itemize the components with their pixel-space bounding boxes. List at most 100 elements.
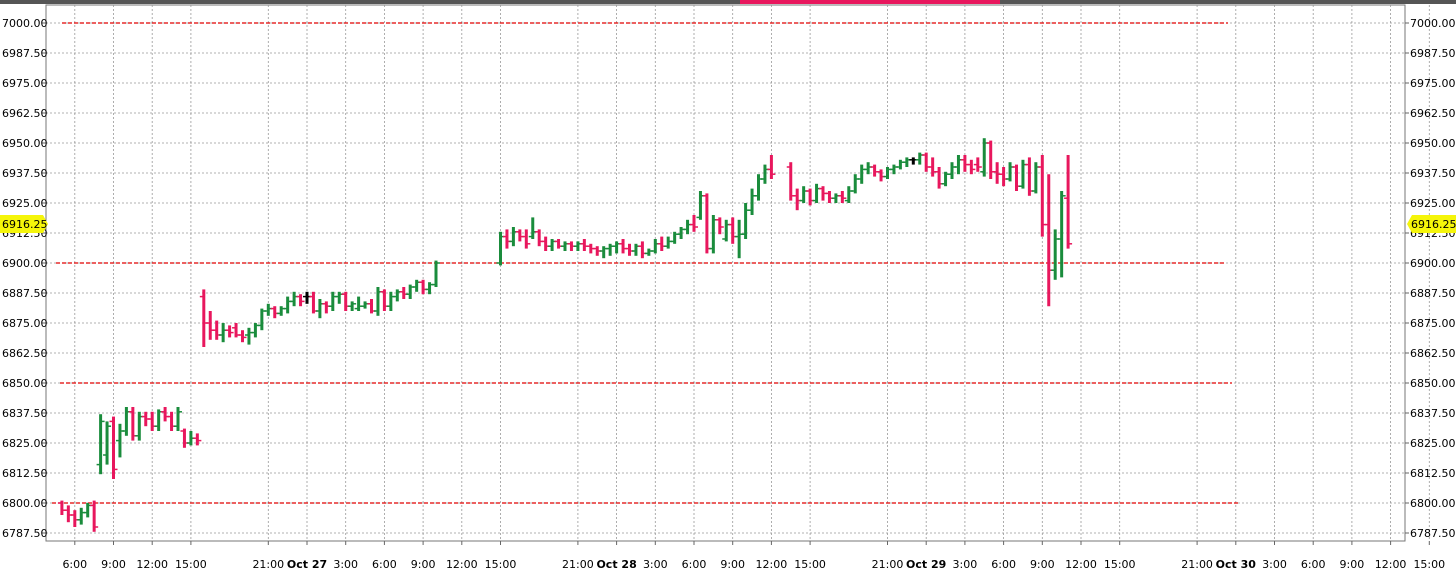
y-tick-label-left: 6950.00	[2, 137, 48, 150]
ohlc-bar	[561, 241, 569, 251]
ohlc-bar	[580, 239, 589, 251]
current-price-label-right: 6916.25	[1411, 218, 1456, 231]
ohlc-bar	[1064, 155, 1073, 249]
ohlc-bar	[619, 239, 628, 254]
ohlc-bar	[219, 323, 228, 343]
x-tick-label: 6:00	[372, 558, 397, 571]
ohlc-bar	[322, 301, 331, 314]
ohlc-bar	[644, 248, 653, 256]
price-chart: 7000.00 7000.00 6987.50 6987.50 6975.00 6975.…	[0, 0, 1456, 575]
ohlc-bar	[1051, 229, 1060, 280]
x-tick-label: 21:00	[1181, 558, 1213, 571]
ohlc-bar	[212, 320, 221, 340]
x-tick-label: 12:00	[446, 558, 478, 571]
y-tick-label-left: 6937.50	[2, 167, 48, 180]
y-tick-label-left: 6850.00	[2, 377, 48, 390]
ohlc-bar	[902, 157, 911, 167]
x-tick-label: 6:00	[682, 558, 707, 571]
ohlc-bar	[193, 433, 202, 446]
price-chart-svg: 7000.00 7000.00 6987.50 6987.50 6975.00 6975.…	[0, 0, 1456, 571]
y-tick-label-right: 6875.00	[1410, 317, 1456, 330]
ohlc-bar	[909, 157, 918, 165]
ohlc-bar	[315, 299, 324, 319]
ohlc-bar	[361, 301, 370, 309]
ohlc-bar	[386, 291, 395, 311]
ohlc-bar	[515, 229, 524, 242]
ohlc-bar	[638, 241, 647, 259]
y-tick-label-left: 6987.50	[2, 47, 48, 60]
ohlc-bar	[77, 507, 86, 525]
x-tick-label: 9:00	[411, 558, 436, 571]
x-tick-label: 15:00	[794, 558, 826, 571]
ohlc-bar	[825, 191, 834, 203]
current-price-tag-left: 6916.25	[0, 215, 48, 233]
x-tick-label: 12:00	[1375, 558, 1407, 571]
y-tick-label-right: 7000.00	[1410, 17, 1456, 30]
ohlc-bar	[270, 306, 279, 319]
ohlc-bar	[554, 239, 563, 249]
y-tick-label-left: 6862.50	[2, 347, 48, 360]
y-tick-label-right: 6787.50	[1410, 527, 1456, 540]
y-tick-label-right: 6850.00	[1410, 377, 1456, 390]
ohlc-bar	[1006, 162, 1015, 182]
x-tick-label: Oct 28	[596, 558, 636, 571]
ohlc-bar	[328, 291, 337, 311]
ohlc-bar	[786, 162, 795, 201]
x-tick-label: 9:00	[720, 558, 745, 571]
x-tick-label: 6:00	[62, 558, 87, 571]
y-tick-label-right: 6937.50	[1410, 167, 1456, 180]
grid	[0, 0, 1456, 542]
ohlc-bar	[967, 159, 976, 175]
ohlc-bar	[857, 164, 866, 184]
y-tick-label-left: 6787.50	[2, 527, 48, 540]
ohlc-bar	[174, 407, 182, 431]
ohlc-bar	[238, 330, 247, 343]
ohlc-bar	[199, 289, 208, 347]
ohlc-bar	[896, 159, 905, 170]
ohlc-bar	[980, 138, 989, 177]
ohlc-bar	[625, 243, 634, 256]
ohlc-bar	[715, 217, 724, 235]
plot-frame	[45, 4, 1406, 542]
ohlc-bar	[877, 169, 886, 182]
x-tick-label: 15:00	[1104, 558, 1136, 571]
y-tick-label-left: 6837.50	[2, 407, 48, 420]
ohlc-bar	[167, 411, 176, 431]
ohlc-bar	[148, 411, 157, 431]
ohlc-bar	[831, 193, 840, 203]
ohlc-bar	[657, 236, 666, 251]
horizontal-levels	[52, 22, 1238, 504]
ohlc-bar	[115, 423, 124, 458]
top-strip	[0, 0, 1456, 4]
ohlc-bar	[96, 414, 105, 475]
ohlc-bar	[522, 229, 531, 249]
y-tick-label-right: 6800.00	[1410, 497, 1456, 510]
y-tick-label-right: 6987.50	[1410, 47, 1456, 60]
ohlc-bar	[767, 155, 776, 179]
y-tick-label-left: 6800.00	[2, 497, 48, 510]
x-tick-label: 3:00	[1262, 558, 1287, 571]
y-tick-label-left: 6887.50	[2, 287, 48, 300]
ohlc-bar	[1057, 191, 1066, 278]
ohlc-bar	[244, 327, 253, 345]
y-tick-label-right: 6837.50	[1410, 407, 1456, 420]
x-tick-label: 15:00	[1413, 558, 1445, 571]
ohlc-bar	[277, 306, 286, 316]
top-strip-accent	[740, 0, 1000, 4]
ohlc-bar	[999, 167, 1008, 187]
ohlc-bar	[257, 308, 266, 331]
x-tick-label: 12:00	[136, 558, 168, 571]
ohlc-bar	[664, 236, 673, 249]
ohlc-bar	[948, 162, 956, 179]
ohlc-bar	[954, 155, 963, 175]
y-tick-label-right: 6950.00	[1410, 137, 1456, 150]
y-tick-label-right: 6925.00	[1410, 197, 1456, 210]
x-tick-label: 6:00	[991, 558, 1016, 571]
ohlc-bar	[309, 291, 318, 314]
current-price-label-left: 6916.25	[2, 218, 48, 231]
ohlc-bar	[935, 167, 944, 189]
x-tick-label: 3:00	[643, 558, 668, 571]
y-tick-label-right: 6825.00	[1410, 437, 1456, 450]
x-tick-label: 9:00	[1340, 558, 1365, 571]
ohlc-bar	[754, 174, 763, 201]
